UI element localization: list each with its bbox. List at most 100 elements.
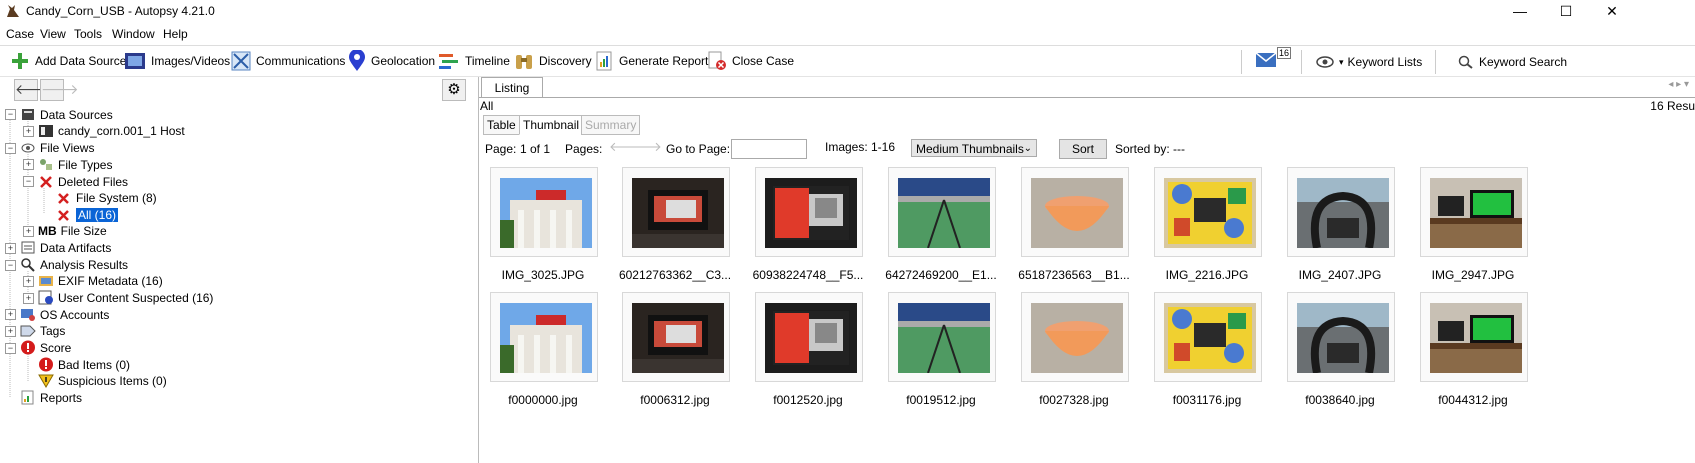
listing-scope-label: All xyxy=(480,99,494,113)
thumbnail-item[interactable] xyxy=(888,292,996,382)
generate-report-button[interactable]: Generate Report xyxy=(594,50,708,72)
thumbnail-filename: IMG_2216.JPG xyxy=(1165,268,1249,282)
close-case-button[interactable]: Close Case xyxy=(707,50,794,72)
expand-host[interactable]: + xyxy=(23,126,34,137)
envelope-icon xyxy=(1255,52,1277,67)
thumbnail-image xyxy=(1031,178,1123,248)
thumbnail-item[interactable] xyxy=(1154,292,1262,382)
thumbnail-item[interactable] xyxy=(1420,167,1528,257)
tree-item-analysis-results[interactable]: Analysis Results xyxy=(20,256,128,273)
thumbnail-item[interactable] xyxy=(490,167,598,257)
thumbnail-item[interactable] xyxy=(1021,292,1129,382)
thumbnail-image xyxy=(898,303,990,373)
collapse-file-views[interactable]: − xyxy=(5,143,16,154)
menu-help[interactable]: Help xyxy=(163,27,188,41)
tree-item-file-views[interactable]: File Views xyxy=(20,139,94,156)
thumbnail-image xyxy=(500,303,592,373)
geolocation-button[interactable]: Geolocation xyxy=(348,50,435,72)
menu-window[interactable]: Window xyxy=(112,27,155,41)
tree-item-tags[interactable]: Tags xyxy=(20,322,65,339)
expand-user-content[interactable]: + xyxy=(23,293,34,304)
tree-item-suspicious-items[interactable]: Suspicious Items (0) xyxy=(38,372,167,389)
menu-case[interactable]: Case xyxy=(6,27,34,41)
search-icon xyxy=(1458,55,1473,69)
collapse-data-sources[interactable]: − xyxy=(5,109,16,120)
images-videos-button[interactable]: Images/Videos xyxy=(124,50,230,72)
maximize-button[interactable]: ☐ xyxy=(1543,0,1589,23)
binoculars-icon xyxy=(516,55,532,69)
tree-item-os-accounts[interactable]: OS Accounts xyxy=(20,306,109,323)
minimize-button[interactable]: — xyxy=(1497,0,1543,23)
keyword-search-button[interactable]: Keyword Search xyxy=(1458,51,1567,73)
thumbnail-image xyxy=(1297,178,1389,248)
thumbnail-item[interactable] xyxy=(490,292,598,382)
thumbnail-item[interactable] xyxy=(755,292,863,382)
keyword-lists-label: Keyword Lists xyxy=(1347,55,1423,69)
directory-tree-panel: 🡐 🡒 ⚙ − Data Sources + candy_corn.001_1 … xyxy=(0,77,479,463)
thumbnail-size-select[interactable]: Medium Thumbnails ⌄ xyxy=(911,139,1037,157)
tree-label: Data Artifacts xyxy=(40,240,112,255)
thumbnail-image xyxy=(765,178,857,248)
expand-data-artifacts[interactable]: + xyxy=(5,243,16,254)
data-artifacts-icon xyxy=(20,240,36,255)
thumbnail-item[interactable] xyxy=(1287,292,1395,382)
tree-item-reports[interactable]: Reports xyxy=(20,389,82,406)
expand-file-size[interactable]: + xyxy=(23,226,34,237)
thumbnail-item[interactable] xyxy=(622,167,730,257)
collapse-score[interactable]: − xyxy=(5,343,16,354)
tree-label: Data Sources xyxy=(40,107,113,122)
tree-item-bad-items[interactable]: Bad Items (0) xyxy=(38,356,130,373)
add-data-source-button[interactable]: Add Data Source xyxy=(10,50,126,72)
tab-thumbnail[interactable]: Thumbnail xyxy=(519,115,584,135)
tab-listing[interactable]: Listing xyxy=(481,77,543,98)
tree-item-file-size[interactable]: MB File Size xyxy=(38,222,107,239)
tree-item-data-sources[interactable]: Data Sources xyxy=(20,106,113,123)
tree-item-file-types[interactable]: File Types xyxy=(38,156,112,173)
tab-scroll-arrows[interactable]: ◂ ▸ ▾ xyxy=(1668,79,1689,90)
communications-button[interactable]: Communications xyxy=(231,50,345,72)
film-icon xyxy=(125,53,145,69)
sort-button[interactable]: Sort xyxy=(1059,139,1107,159)
messages-button[interactable]: 16 xyxy=(1255,47,1292,70)
expand-file-types[interactable]: + xyxy=(23,159,34,170)
toolbar-separator xyxy=(1241,50,1242,74)
expand-os-accounts[interactable]: + xyxy=(5,309,16,320)
tree-item-deleted-files[interactable]: Deleted Files xyxy=(38,173,128,190)
menu-view[interactable]: View xyxy=(40,27,66,41)
thumbnail-filename: f0027328.jpg xyxy=(1039,393,1109,407)
sorted-by-label: Sorted by: --- xyxy=(1115,142,1186,156)
tree-item-user-content[interactable]: User Content Suspected (16) xyxy=(38,289,213,306)
discovery-button[interactable]: Discovery xyxy=(514,50,592,72)
menu-tools[interactable]: Tools xyxy=(74,27,102,41)
tree-item-host[interactable]: candy_corn.001_1 Host xyxy=(38,122,185,139)
tree-label: EXIF Metadata (16) xyxy=(58,273,163,288)
thumbnail-item[interactable] xyxy=(1287,167,1395,257)
goto-page-input[interactable] xyxy=(731,139,807,159)
tab-table[interactable]: Table xyxy=(483,115,520,135)
next-page-button[interactable]: 🡒 xyxy=(627,139,662,155)
thumbnail-item[interactable] xyxy=(1021,167,1129,257)
thumbnail-item[interactable] xyxy=(755,167,863,257)
collapse-analysis-results[interactable]: − xyxy=(5,260,16,271)
keyword-lists-button[interactable]: ▾ Keyword Lists xyxy=(1316,51,1422,73)
tree-item-score[interactable]: Score xyxy=(20,339,71,356)
thumbnail-filename: f0031176.jpg xyxy=(1172,393,1242,407)
thumbnail-filename: 65187236563__B1... xyxy=(1018,268,1130,282)
tab-summary[interactable]: Summary xyxy=(581,115,641,135)
thumbnail-item[interactable] xyxy=(622,292,730,382)
data-sources-icon xyxy=(20,107,36,122)
close-window-button[interactable]: ✕ xyxy=(1589,0,1635,23)
timeline-button[interactable]: Timeline xyxy=(438,50,510,72)
thumbnail-item[interactable] xyxy=(888,167,996,257)
os-accounts-icon xyxy=(20,307,36,322)
thumbnail-item[interactable] xyxy=(1420,292,1528,382)
expand-exif[interactable]: + xyxy=(23,276,34,287)
expand-tags[interactable]: + xyxy=(5,326,16,337)
tree-item-exif[interactable]: EXIF Metadata (16) xyxy=(38,272,163,289)
tree-item-file-system[interactable]: File System (8) xyxy=(56,189,157,206)
thumbnail-item[interactable] xyxy=(1154,167,1262,257)
tree-item-all[interactable]: All (16) xyxy=(56,206,120,223)
collapse-deleted-files[interactable]: − xyxy=(23,176,34,187)
tree-item-data-artifacts[interactable]: Data Artifacts xyxy=(20,239,111,256)
thumbnail-filename: f0012520.jpg xyxy=(773,393,843,407)
